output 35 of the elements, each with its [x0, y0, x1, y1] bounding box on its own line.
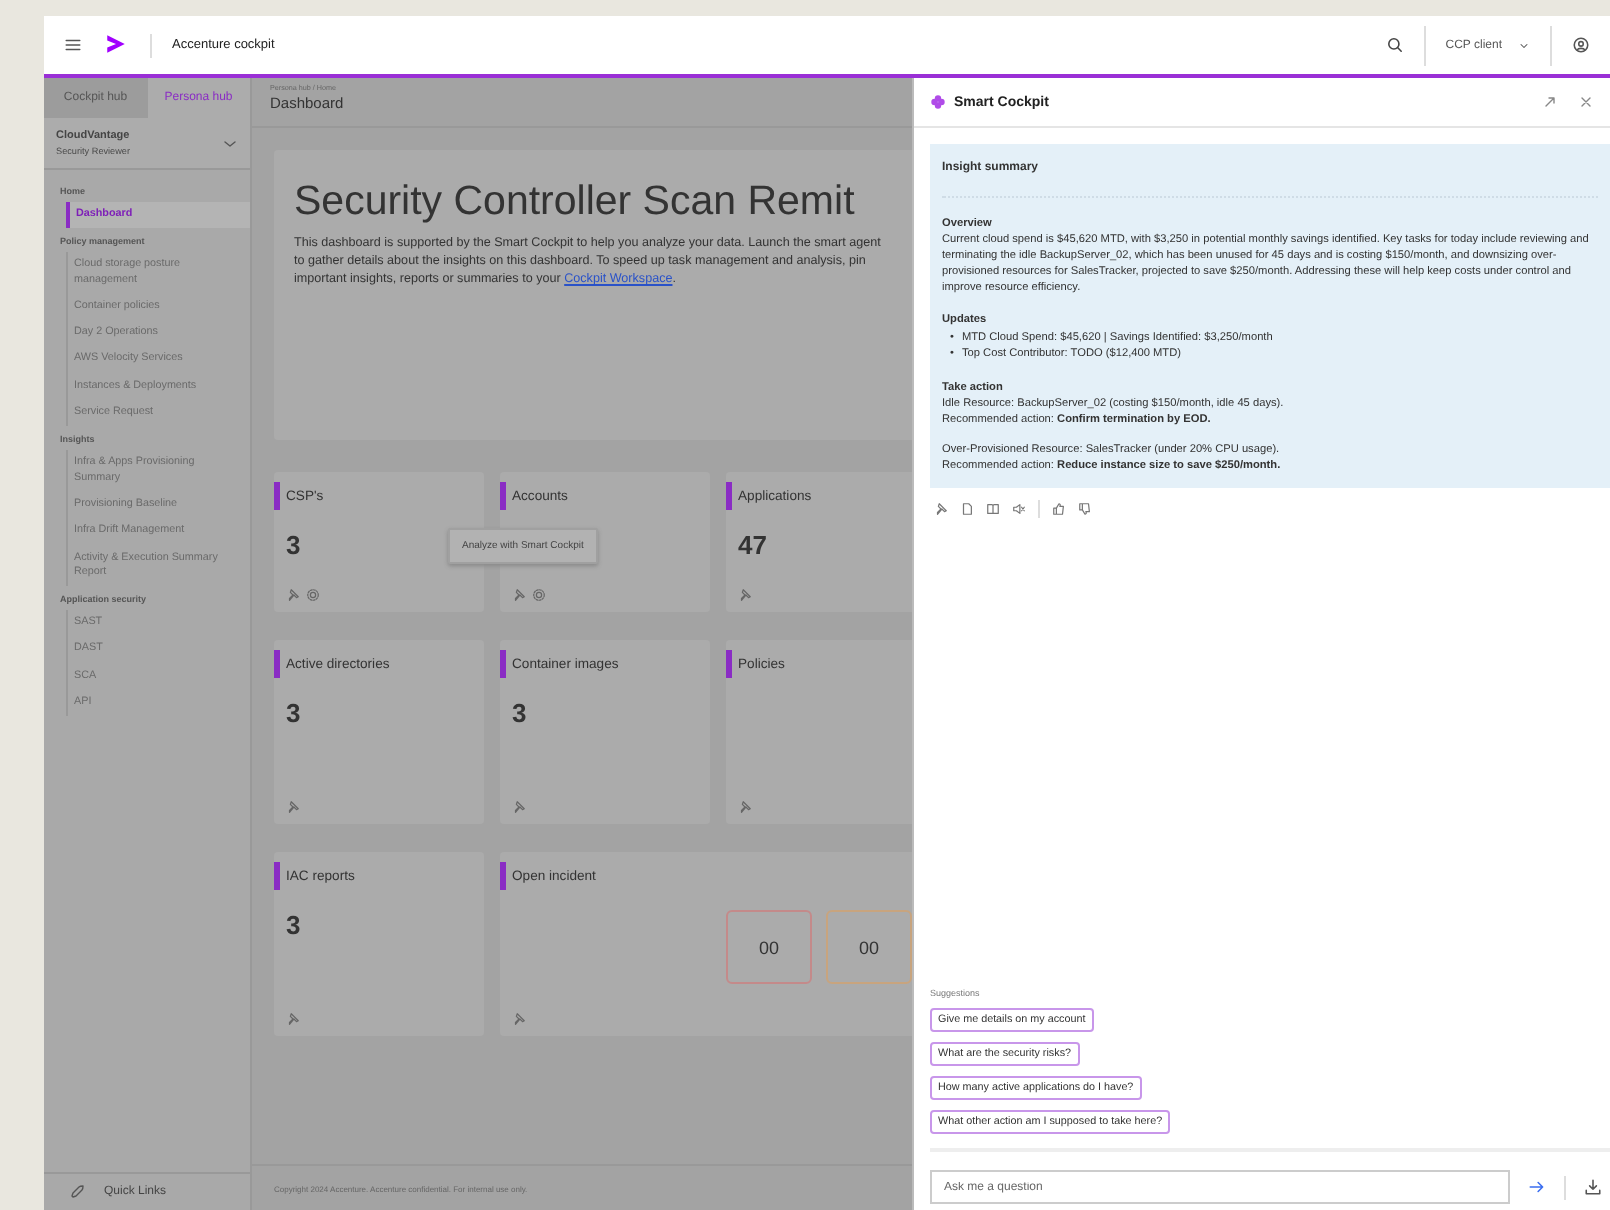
stat-value: 47 — [738, 530, 767, 560]
pin-icon[interactable] — [286, 1012, 300, 1026]
book-icon[interactable] — [986, 502, 1000, 517]
flower-icon — [930, 94, 946, 110]
card-accent — [726, 650, 732, 678]
hero-title: Security Controller Scan Remit — [294, 178, 857, 226]
gear-icon[interactable] — [532, 588, 546, 602]
card-accent — [726, 482, 732, 510]
pin-icon[interactable] — [512, 800, 526, 814]
pin-icon[interactable] — [512, 588, 526, 602]
chevron-logo-icon — [102, 29, 130, 57]
speaker-icon[interactable] — [1012, 502, 1026, 517]
card-accent — [500, 482, 506, 510]
card-accent — [274, 650, 280, 678]
pin-icon[interactable] — [934, 502, 948, 517]
card-accent — [500, 650, 506, 678]
pin-icon[interactable] — [286, 588, 300, 602]
pin-icon[interactable] — [512, 1012, 526, 1026]
thumbs-down-icon[interactable] — [1078, 502, 1092, 517]
copy-icon[interactable] — [960, 502, 974, 517]
stat-value: 3 — [512, 698, 527, 728]
user-icon[interactable] — [1572, 36, 1590, 54]
stat-value: 3 — [286, 910, 301, 940]
pin-icon[interactable] — [286, 800, 300, 814]
thumbs-up-icon[interactable] — [1052, 502, 1066, 517]
pin-icon[interactable] — [738, 800, 752, 814]
stat-value: 3 — [286, 530, 301, 560]
card-accent — [274, 862, 280, 890]
incident-count: 00 — [726, 910, 812, 984]
stat-value: 3 — [286, 698, 301, 728]
gear-icon[interactable] — [306, 588, 320, 602]
card-accent — [500, 862, 506, 890]
chevron-down-icon — [1518, 39, 1530, 51]
card-accent — [274, 482, 280, 510]
pin-icon[interactable] — [738, 588, 752, 602]
